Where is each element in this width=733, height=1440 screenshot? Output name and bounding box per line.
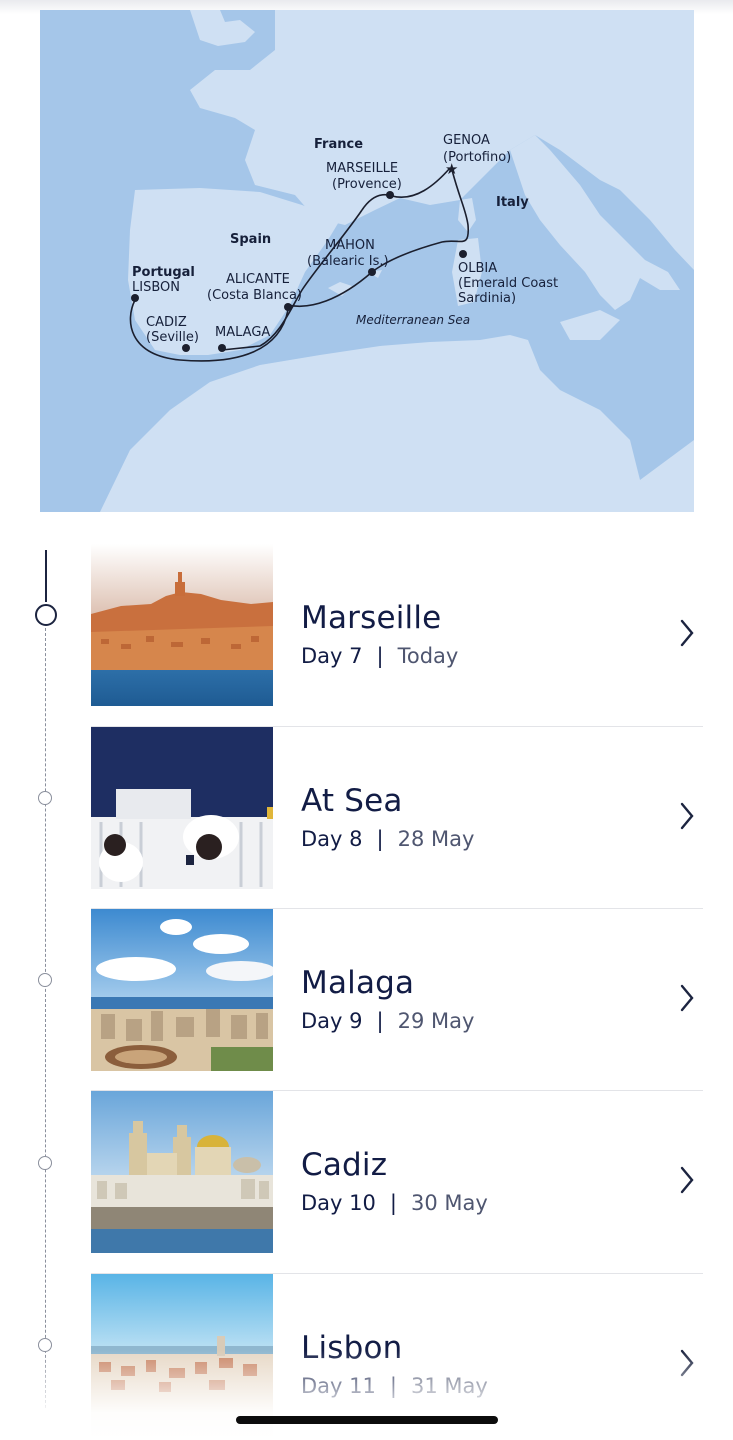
day-label: Day 8 <box>301 827 363 851</box>
port-marker-mahon <box>368 268 376 276</box>
port-label-marseille-sub: (Provence) <box>332 177 402 192</box>
port-marker-lisbon <box>131 294 139 302</box>
port-label-olbia-sub: (Emerald Coast <box>458 276 558 291</box>
port-title: Malaga <box>301 965 415 1001</box>
separator: | <box>389 1191 397 1215</box>
port-label-genoa-sub: (Portofino) <box>443 150 511 165</box>
lisbon-photo <box>91 1274 273 1436</box>
chevron-right-icon[interactable] <box>679 618 695 648</box>
map-country-portugal: Portugal <box>132 265 195 280</box>
timeline-node <box>38 1156 52 1170</box>
port-label-alicante: ALICANTE <box>226 272 290 287</box>
chevron-right-icon[interactable] <box>679 1348 695 1378</box>
date-label: 29 May <box>397 1009 475 1033</box>
day-label: Day 7 <box>301 644 363 668</box>
port-marker-olbia <box>459 250 467 258</box>
port-title: Marseille <box>301 600 442 636</box>
port-day-date: Day 10 | 30 May <box>301 1191 488 1215</box>
port-marker-marseille <box>386 191 394 199</box>
port-label-alicante-sub: (Costa Blanca) <box>207 288 302 303</box>
timeline-upcoming-line <box>45 628 46 1408</box>
chevron-right-icon[interactable] <box>679 801 695 831</box>
day-label: Day 9 <box>301 1009 363 1033</box>
at-sea-photo <box>91 727 273 889</box>
port-label-malaga: MALAGA <box>215 325 270 340</box>
map-svg: ★ France Spain Portugal Italy Mediterran… <box>40 10 694 512</box>
map-country-france: France <box>314 137 363 152</box>
port-day-date: Day 11 | 31 May <box>301 1374 488 1398</box>
separator: | <box>376 644 384 668</box>
marseille-photo <box>91 544 273 706</box>
date-label: 30 May <box>410 1191 488 1215</box>
port-label-genoa: GENOA <box>443 133 490 148</box>
port-label-olbia: OLBIA <box>458 261 497 276</box>
timeline-node <box>38 973 52 987</box>
port-marker-alicante <box>284 303 292 311</box>
port-label-mahon: MAHON <box>325 238 375 253</box>
port-label-cadiz-sub: (Seville) <box>146 330 199 345</box>
port-title: At Sea <box>301 783 403 819</box>
timeline-node <box>38 1338 52 1352</box>
chevron-right-icon[interactable] <box>679 983 695 1013</box>
cadiz-photo <box>91 1091 273 1253</box>
itinerary-map[interactable]: ★ France Spain Portugal Italy Mediterran… <box>40 10 694 512</box>
day-label: Day 11 <box>301 1374 376 1398</box>
port-label-cadiz: CADIZ <box>146 315 187 330</box>
port-title: Cadiz <box>301 1147 388 1183</box>
map-country-spain: Spain <box>230 232 271 247</box>
port-day-date: Day 8 | 28 May <box>301 827 474 851</box>
port-day-date: Day 9 | 29 May <box>301 1009 474 1033</box>
port-day-date: Day 7 | Today <box>301 644 458 668</box>
separator: | <box>376 827 384 851</box>
timeline-node <box>38 791 52 805</box>
port-marker-malaga <box>218 344 226 352</box>
malaga-photo <box>91 909 273 1071</box>
port-label-lisbon: LISBON <box>132 280 180 295</box>
date-label: 28 May <box>397 827 475 851</box>
itinerary-row-at-sea[interactable]: At Sea Day 8 | 28 May <box>91 727 703 889</box>
date-label: 31 May <box>410 1374 488 1398</box>
map-country-italy: Italy <box>496 195 529 210</box>
map-sea-label: Mediterranean Sea <box>356 313 470 327</box>
port-label-olbia-sub2: Sardinia) <box>458 291 516 306</box>
port-title: Lisbon <box>301 1330 403 1366</box>
chevron-right-icon[interactable] <box>679 1165 695 1195</box>
port-label-marseille: MARSEILLE <box>326 161 398 176</box>
home-indicator[interactable] <box>236 1416 498 1424</box>
timeline-completed-line <box>45 550 47 602</box>
itinerary-row-marseille[interactable]: Marseille Day 7 | Today <box>91 544 703 706</box>
timeline-node-current <box>35 604 57 626</box>
itinerary-row-lisbon[interactable]: Lisbon Day 11 | 31 May <box>91 1274 703 1436</box>
itinerary-row-cadiz[interactable]: Cadiz Day 10 | 30 May <box>91 1091 703 1253</box>
day-label: Day 10 <box>301 1191 376 1215</box>
separator: | <box>376 1009 384 1033</box>
port-marker-cadiz <box>182 344 190 352</box>
port-label-mahon-sub: (Balearic Is.) <box>307 254 389 269</box>
date-label: Today <box>397 644 459 668</box>
itinerary-row-malaga[interactable]: Malaga Day 9 | 29 May <box>91 909 703 1071</box>
separator: | <box>389 1374 397 1398</box>
